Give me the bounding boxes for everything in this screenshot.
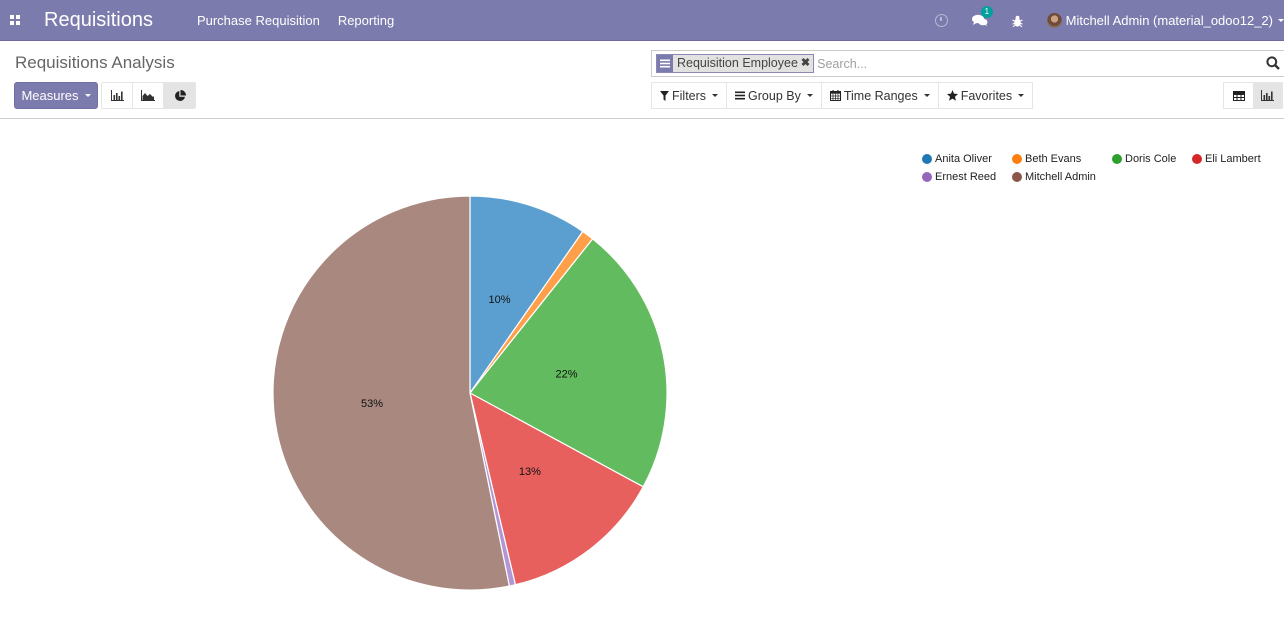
legend-swatch <box>1112 154 1122 164</box>
pie-label-doris-cole: 22% <box>556 368 578 380</box>
caret-down-icon <box>806 94 813 97</box>
legend-label: Ernest Reed <box>935 171 997 183</box>
menu-purchase-requisition[interactable]: Purchase Requisition <box>197 13 320 28</box>
caret-down-icon <box>712 94 719 97</box>
pie-chart-icon <box>174 89 186 101</box>
search-bar: Requisition Employee ✖ <box>651 50 1284 77</box>
favorites-button[interactable]: Favorites <box>937 82 1034 109</box>
pie-label-mitchell-admin: 53% <box>361 398 383 410</box>
measures-label: Measures <box>21 88 79 103</box>
legend-label: Anita Oliver <box>935 153 992 165</box>
legend-swatch <box>1012 154 1022 164</box>
favorites-label: Favorites <box>960 88 1013 103</box>
star-icon <box>946 90 958 101</box>
group-by-list-icon <box>657 55 673 72</box>
filter-icon <box>660 90 669 101</box>
pie-label-anita-oliver: 10% <box>489 294 511 306</box>
graph-view-button[interactable] <box>1253 83 1282 108</box>
time-ranges-button[interactable]: Time Ranges <box>820 82 939 109</box>
legend-item-doris-cole[interactable]: Doris Cole <box>1112 153 1176 165</box>
facet-remove-icon[interactable]: ✖ <box>801 55 813 72</box>
legend-label: Mitchell Admin <box>1025 171 1096 183</box>
view-switcher <box>1223 82 1283 109</box>
user-name: Mitchell Admin (material_odoo12_2) <box>1065 13 1273 28</box>
caret-down-icon <box>84 94 91 97</box>
messaging-menu[interactable]: 1 <box>971 6 994 27</box>
bar-chart-button[interactable] <box>102 83 133 108</box>
breadcrumb: Requisitions Analysis <box>15 53 175 72</box>
group-by-button[interactable]: Group By <box>726 82 822 109</box>
systray: 1 Mitchell Admin (material_odoo12_2) <box>923 0 1284 41</box>
pie-label-eli-lambert: 13% <box>519 466 541 478</box>
legend-item-ernest-reed[interactable]: Ernest Reed <box>922 171 996 183</box>
caret-down-icon <box>923 94 930 97</box>
activity-clock-icon[interactable] <box>934 14 948 27</box>
pivot-view-button[interactable] <box>1224 83 1253 108</box>
area-chart-icon <box>141 90 155 101</box>
search-input[interactable] <box>817 56 1238 71</box>
search-facet: Requisition Employee ✖ <box>656 54 815 73</box>
control-panel: Requisitions Analysis Measures Requisiti… <box>0 41 1284 119</box>
pie-chart-button[interactable] <box>164 83 195 108</box>
legend-item-anita-oliver[interactable]: Anita Oliver <box>922 153 992 165</box>
avatar <box>1046 13 1062 28</box>
search-icon[interactable] <box>1266 56 1280 73</box>
legend-swatch <box>1012 172 1022 182</box>
line-chart-button[interactable] <box>133 83 164 108</box>
legend-item-eli-lambert[interactable]: Eli Lambert <box>1192 153 1261 165</box>
debug-bug-icon[interactable] <box>1011 15 1023 27</box>
search-options: Filters Group By Time Ranges Favorites <box>651 82 1034 109</box>
pie-chart: 10% 22% 13% 53% <box>272 195 668 591</box>
legend-label: Eli Lambert <box>1205 153 1261 165</box>
table-icon <box>1232 90 1245 101</box>
group-by-label: Group By <box>748 88 801 103</box>
chat-badge: 1 <box>980 6 994 18</box>
app-title: Requisitions <box>44 8 153 31</box>
caret-down-icon <box>1278 19 1284 22</box>
measures-button[interactable]: Measures <box>14 82 98 109</box>
bar-chart-icon <box>110 90 124 101</box>
filters-label: Filters <box>672 88 707 103</box>
user-menu[interactable]: Mitchell Admin (material_odoo12_2) <box>1046 13 1284 28</box>
top-navbar: Requisitions Purchase Requisition Report… <box>0 0 1284 41</box>
time-ranges-label: Time Ranges <box>843 88 918 103</box>
filters-button[interactable]: Filters <box>651 82 728 109</box>
bars-icon <box>735 91 746 100</box>
legend-swatch <box>922 154 932 164</box>
legend-item-beth-evans[interactable]: Beth Evans <box>1012 153 1081 165</box>
chart-type-switcher <box>101 82 196 109</box>
legend-label: Doris Cole <box>1125 153 1177 165</box>
apps-menu-icon[interactable] <box>1 0 29 41</box>
graph-view: 10% 22% 13% 53% <box>0 120 1284 642</box>
bar-chart-icon <box>1261 90 1274 101</box>
facet-value: Requisition Employee <box>677 56 798 70</box>
caret-down-icon <box>1018 94 1025 97</box>
legend-label: Beth Evans <box>1025 153 1082 165</box>
menu-reporting[interactable]: Reporting <box>338 13 394 28</box>
legend-swatch <box>1192 154 1202 164</box>
legend-swatch <box>922 172 932 182</box>
calendar-icon <box>829 90 841 101</box>
legend-item-mitchell-admin[interactable]: Mitchell Admin <box>1012 171 1096 183</box>
